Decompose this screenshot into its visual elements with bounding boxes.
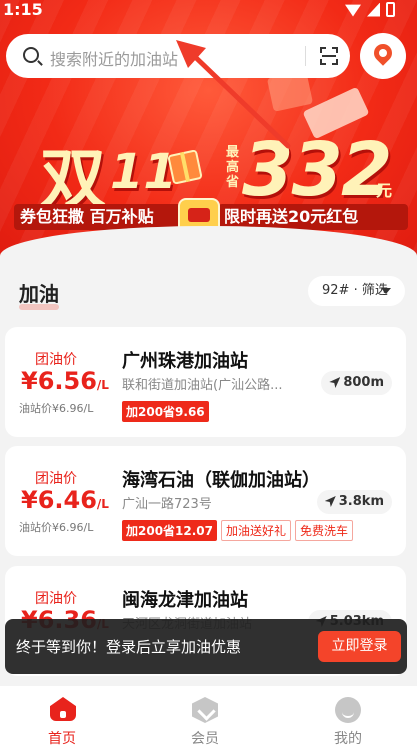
group-price-label: 团油价 bbox=[35, 591, 77, 607]
search-divider bbox=[305, 46, 306, 66]
gift-box-icon bbox=[167, 149, 203, 185]
banner-amount: 332 bbox=[242, 127, 392, 213]
banner-headline-number: 11 bbox=[110, 144, 177, 200]
station-card[interactable]: 团油价 ¥6.46/L 油站价¥6.96/L 海湾石油（联伽加油站） 广汕一路7… bbox=[5, 446, 406, 556]
bottom-tab-bar: 首页 会员 我的 bbox=[0, 686, 417, 753]
login-button[interactable]: 立即登录 bbox=[318, 631, 401, 662]
cell-signal-icon bbox=[367, 2, 380, 17]
status-bar: 1:15 bbox=[0, 0, 417, 22]
location-pin-icon bbox=[370, 40, 396, 66]
station-card[interactable]: 团油价 ¥6.56/L 油站价¥6.96/L 广州珠港加油站 联和街道加油站(广… bbox=[5, 327, 406, 437]
group-price-label: 团油价 bbox=[35, 352, 77, 368]
tab-label: 首页 bbox=[48, 731, 76, 747]
status-icons bbox=[345, 2, 395, 17]
scan-icon[interactable] bbox=[320, 47, 338, 65]
banner-max-label: 最高省 bbox=[226, 145, 240, 190]
search-input[interactable]: 搜索附近的加油站 bbox=[50, 46, 178, 70]
tab-home[interactable]: 首页 bbox=[12, 686, 112, 753]
tab-mine[interactable]: 我的 bbox=[298, 686, 398, 753]
wifi-icon bbox=[345, 4, 361, 17]
station-original-price: 油站价¥6.96/L bbox=[19, 521, 94, 534]
discount-tag: 加200省9.66 bbox=[122, 401, 209, 422]
distance-badge[interactable]: 800m bbox=[321, 371, 392, 395]
home-icon bbox=[50, 697, 76, 721]
navigation-arrow-icon bbox=[324, 496, 336, 507]
group-price: ¥6.46/L bbox=[21, 486, 109, 514]
station-tags: 加200省12.07 加油送好礼 免费洗车 bbox=[122, 520, 354, 541]
caret-down-icon bbox=[381, 288, 391, 294]
section-title: 加油 bbox=[19, 278, 59, 310]
gift-tag: 加油送好礼 bbox=[221, 520, 292, 541]
search-icon bbox=[23, 47, 39, 63]
station-address: 广汕一路723号 bbox=[122, 497, 212, 512]
profile-icon bbox=[335, 697, 361, 723]
battery-icon bbox=[386, 2, 395, 17]
car-wash-tag: 免费洗车 bbox=[295, 520, 354, 541]
location-button[interactable] bbox=[360, 33, 406, 79]
status-time: 1:15 bbox=[3, 0, 43, 19]
member-icon bbox=[192, 697, 218, 723]
station-name: 海湾石油（联伽加油站） bbox=[122, 470, 320, 491]
login-toast: 终于等到你！登录后立享加油优惠 立即登录 bbox=[5, 619, 407, 674]
discount-tag: 加200省12.07 bbox=[122, 520, 218, 541]
toast-message: 终于等到你！登录后立享加油优惠 bbox=[16, 638, 242, 656]
distance-badge[interactable]: 3.8km bbox=[316, 490, 392, 514]
banner-amount-unit: 元 bbox=[376, 181, 393, 200]
station-name: 广州珠港加油站 bbox=[122, 351, 248, 372]
tab-label: 会员 bbox=[191, 731, 219, 747]
filter-label: 92# · 筛选 bbox=[322, 283, 388, 298]
station-address: 联和街道加油站(广汕公路... bbox=[122, 378, 283, 393]
navigation-arrow-icon bbox=[329, 377, 341, 388]
station-name: 闽海龙津加油站 bbox=[122, 590, 248, 611]
station-tags: 加200省9.66 bbox=[122, 401, 209, 422]
group-price-label: 团油价 bbox=[35, 471, 77, 487]
station-original-price: 油站价¥6.96/L bbox=[19, 402, 94, 415]
fuel-filter-button[interactable]: 92# · 筛选 bbox=[308, 276, 405, 306]
tab-label: 我的 bbox=[334, 731, 362, 747]
tab-member[interactable]: 会员 bbox=[155, 686, 255, 753]
group-price: ¥6.56/L bbox=[21, 367, 109, 395]
search-bar[interactable]: 搜索附近的加油站 bbox=[6, 34, 350, 78]
